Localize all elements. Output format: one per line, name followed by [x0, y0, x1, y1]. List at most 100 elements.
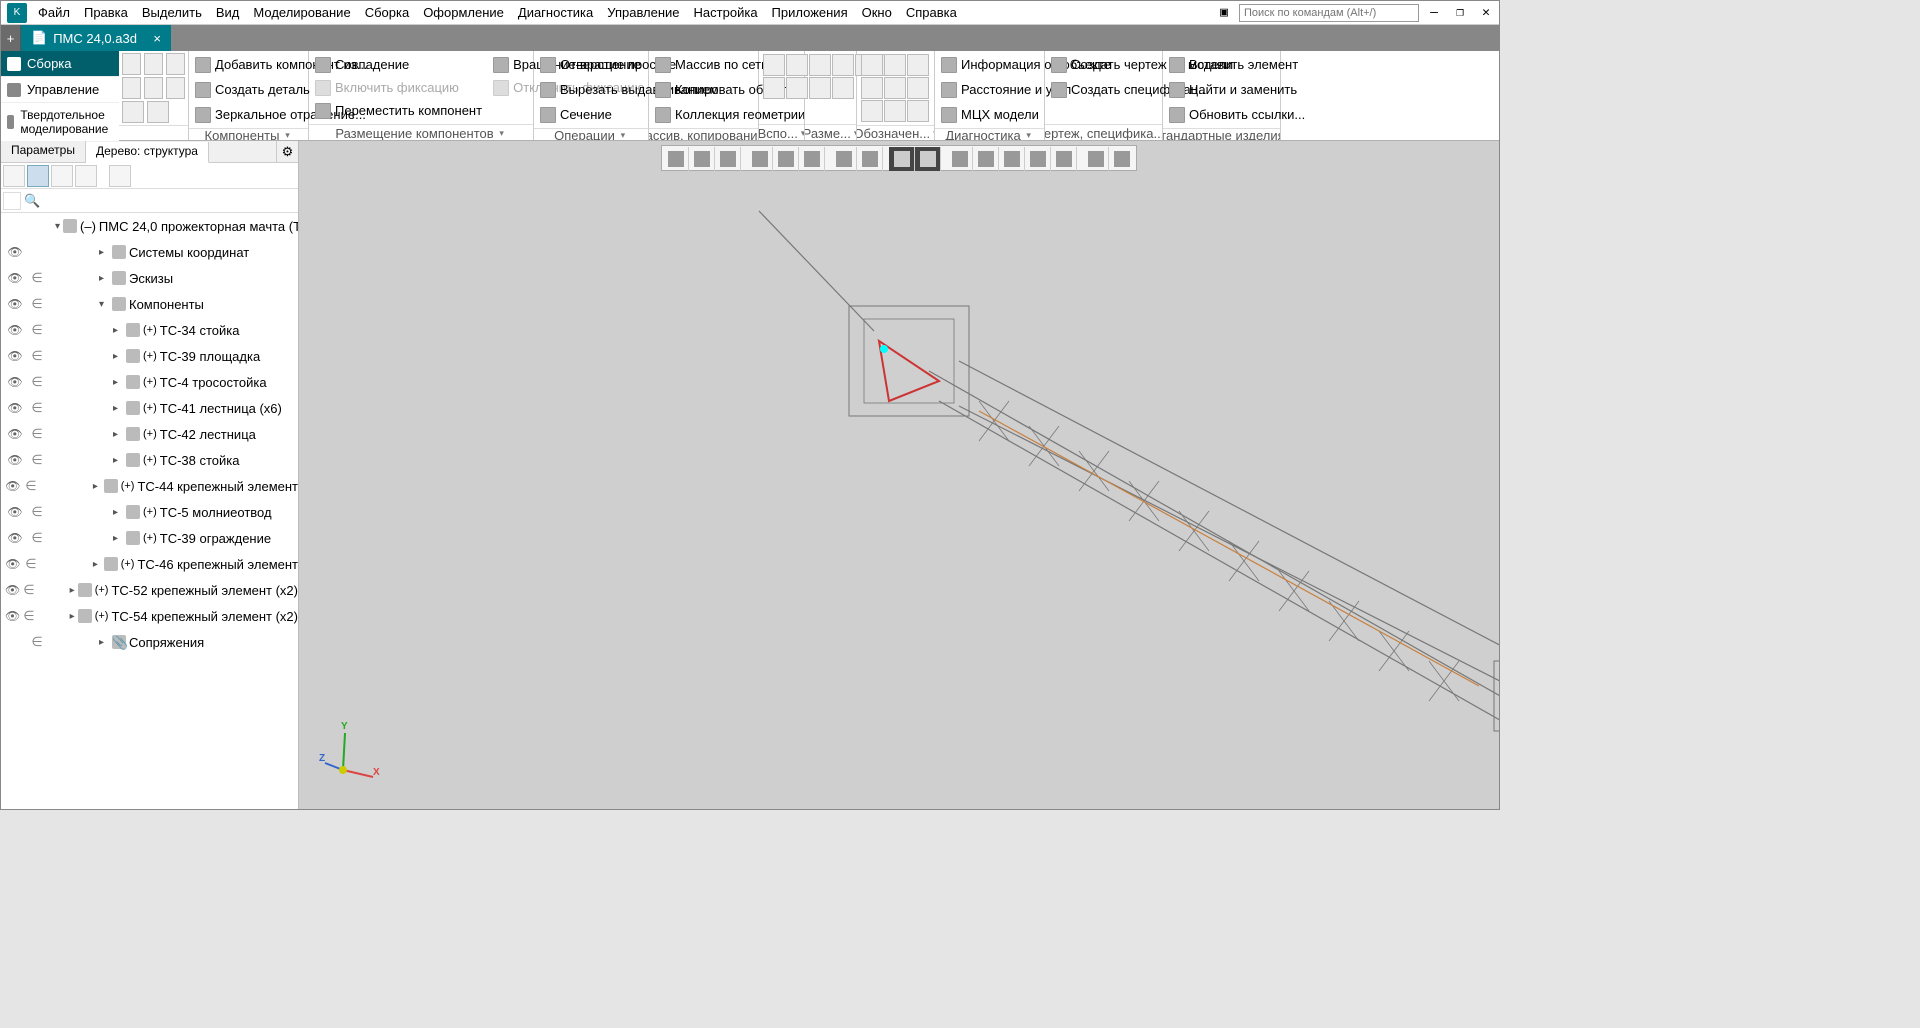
tree-tool-2[interactable]: [27, 165, 49, 187]
vt-hide[interactable]: [889, 147, 915, 171]
layout-icon[interactable]: ▣: [1213, 2, 1235, 24]
mode-solid[interactable]: Твердотельное моделирование: [1, 103, 119, 142]
insert-element-button[interactable]: Вставить элемент: [1166, 53, 1277, 76]
vt-11[interactable]: [1109, 147, 1135, 171]
close-button[interactable]: ✕: [1475, 2, 1497, 24]
tree-coords[interactable]: 👁▸Системы координат: [1, 239, 298, 265]
tab-title: ПМС 24,0.a3d: [53, 31, 137, 46]
vt-7[interactable]: [973, 147, 999, 171]
vt-2[interactable]: [689, 147, 715, 171]
section-button[interactable]: Сечение: [537, 103, 645, 126]
pattern-grid-button[interactable]: Массив по сетке: [652, 53, 755, 76]
menu-window[interactable]: Окно: [855, 2, 899, 23]
menu-edit[interactable]: Правка: [77, 2, 135, 23]
tree-item[interactable]: 👁∈▸(+)ТС-39 площадка: [1, 343, 298, 369]
mode-assembly[interactable]: Сборка: [1, 51, 119, 77]
vt-6[interactable]: [947, 147, 973, 171]
tree-tool-1[interactable]: [3, 165, 25, 187]
tree-tab[interactable]: Дерево: структура: [86, 142, 209, 163]
undo-button[interactable]: [144, 77, 163, 99]
vt-5[interactable]: [857, 147, 883, 171]
tab-close-button[interactable]: ×: [153, 31, 161, 46]
tree-tool-3[interactable]: [51, 165, 73, 187]
menu-layout[interactable]: Оформление: [416, 2, 511, 23]
solid-icon: [7, 115, 14, 129]
tree-item[interactable]: 👁∈▸(+)ТС-34 стойка: [1, 317, 298, 343]
update-links-button[interactable]: Обновить ссылки...: [1166, 103, 1277, 126]
tree-components[interactable]: 👁∈▾Компоненты: [1, 291, 298, 317]
menu-select[interactable]: Выделить: [135, 2, 209, 23]
tree-tool-5[interactable]: [109, 165, 131, 187]
vt-filter[interactable]: [1051, 147, 1077, 171]
viewport[interactable]: X Y Z: [299, 141, 1499, 809]
tree-item[interactable]: 👁∈▸(+)ТС-42 лестница: [1, 421, 298, 447]
create-part-button[interactable]: Создать деталь: [192, 78, 305, 101]
tree-root[interactable]: ▾(–)ПМС 24,0 прожекторная мачта (Те: [1, 213, 298, 239]
vt-zoom[interactable]: [747, 147, 773, 171]
copy-objects-button[interactable]: Копировать объекты: [652, 78, 755, 101]
mirror-button[interactable]: Зеркальное отражение...: [192, 103, 305, 126]
info-button[interactable]: Информация об объекте: [938, 53, 1041, 76]
search-input[interactable]: [1239, 4, 1419, 22]
open-button[interactable]: [144, 53, 163, 75]
menu-settings[interactable]: Настройка: [687, 2, 765, 23]
tree-tool-4[interactable]: [75, 165, 97, 187]
tree-item[interactable]: 👁∈▸(+)ТС-4 тросостойка: [1, 369, 298, 395]
menu-view[interactable]: Вид: [209, 2, 247, 23]
document-tab[interactable]: 📄 ПМС 24,0.a3d ×: [21, 25, 171, 51]
add-component-button[interactable]: Добавить компонент из...: [192, 53, 305, 76]
placement-panel: Совпадение Включить фиксацию Переместить…: [309, 51, 534, 140]
panel-gear-button[interactable]: ⚙: [276, 141, 298, 162]
maximize-button[interactable]: ❐: [1449, 2, 1471, 24]
params-tab[interactable]: Параметры: [1, 141, 86, 162]
menu-apps[interactable]: Приложения: [765, 2, 855, 23]
vt-8[interactable]: [999, 147, 1025, 171]
redo-button[interactable]: [166, 77, 185, 99]
tree-item[interactable]: 👁∈▸(+)ТС-44 крепежный элемент: [1, 473, 298, 499]
vt-9[interactable]: [1025, 147, 1051, 171]
create-spec-button[interactable]: Создать спецификац...: [1048, 78, 1159, 101]
tree-item[interactable]: 👁∈▸(+)ТС-38 стойка: [1, 447, 298, 473]
menu-assembly[interactable]: Сборка: [358, 2, 417, 23]
tree-item[interactable]: 👁∈▸(+)ТС-52 крепежный элемент (x2): [1, 577, 298, 603]
menu-diagnostics[interactable]: Диагностика: [511, 2, 600, 23]
create-drawing-button[interactable]: Создать чертеж по модели: [1048, 53, 1159, 76]
move-component-button[interactable]: Переместить компонент: [312, 99, 485, 122]
tree-item[interactable]: 👁∈▸(+)ТС-46 крепежный элемент: [1, 551, 298, 577]
vt-10[interactable]: [1083, 147, 1109, 171]
save-button[interactable]: [166, 53, 185, 75]
menu-file[interactable]: Файл: [31, 2, 77, 23]
collection-button[interactable]: Коллекция геометрии: [652, 103, 755, 126]
mode-manage[interactable]: Управление: [1, 77, 119, 103]
vt-4[interactable]: [831, 147, 857, 171]
tree-search-input[interactable]: [43, 192, 296, 210]
menu-help[interactable]: Справка: [899, 2, 964, 23]
hole-button[interactable]: Отверстие простое: [537, 53, 645, 76]
new-tab-button[interactable]: +: [1, 25, 21, 51]
vt-pan[interactable]: [773, 147, 799, 171]
tree-item[interactable]: 👁∈▸(+)ТС-39 ограждение: [1, 525, 298, 551]
tree-item[interactable]: 👁∈▸(+)ТС-5 молниеотвод: [1, 499, 298, 525]
menu-modeling[interactable]: Моделирование: [246, 2, 357, 23]
tree-item[interactable]: 👁∈▸(+)ТС-41 лестница (x6): [1, 395, 298, 421]
filter-icon[interactable]: [3, 192, 21, 210]
cut-extrude-button[interactable]: Вырезать выдавливанием: [537, 78, 645, 101]
paste-button[interactable]: [147, 101, 169, 123]
new-doc-button[interactable]: [122, 53, 141, 75]
print-button[interactable]: [122, 77, 141, 99]
find-replace-button[interactable]: Найти и заменить: [1166, 78, 1277, 101]
menu-manage[interactable]: Управление: [600, 2, 686, 23]
minimize-button[interactable]: —: [1423, 2, 1445, 24]
coincide-button[interactable]: Совпадение: [312, 53, 485, 76]
vt-show[interactable]: [915, 147, 941, 171]
vt-3[interactable]: [715, 147, 741, 171]
search-icon: 🔍: [24, 193, 40, 209]
vt-rotate[interactable]: [799, 147, 825, 171]
tree-sketches[interactable]: 👁∈▸Эскизы: [1, 265, 298, 291]
mcx-button[interactable]: МЦХ модели: [938, 103, 1041, 126]
copy-button[interactable]: [122, 101, 144, 123]
tree-item[interactable]: 👁∈▸(+)ТС-54 крепежный элемент (x2): [1, 603, 298, 629]
vt-1[interactable]: [663, 147, 689, 171]
tree-mates[interactable]: ∈▸📎Сопряжения: [1, 629, 298, 655]
distance-button[interactable]: Расстояние и угол: [938, 78, 1041, 101]
